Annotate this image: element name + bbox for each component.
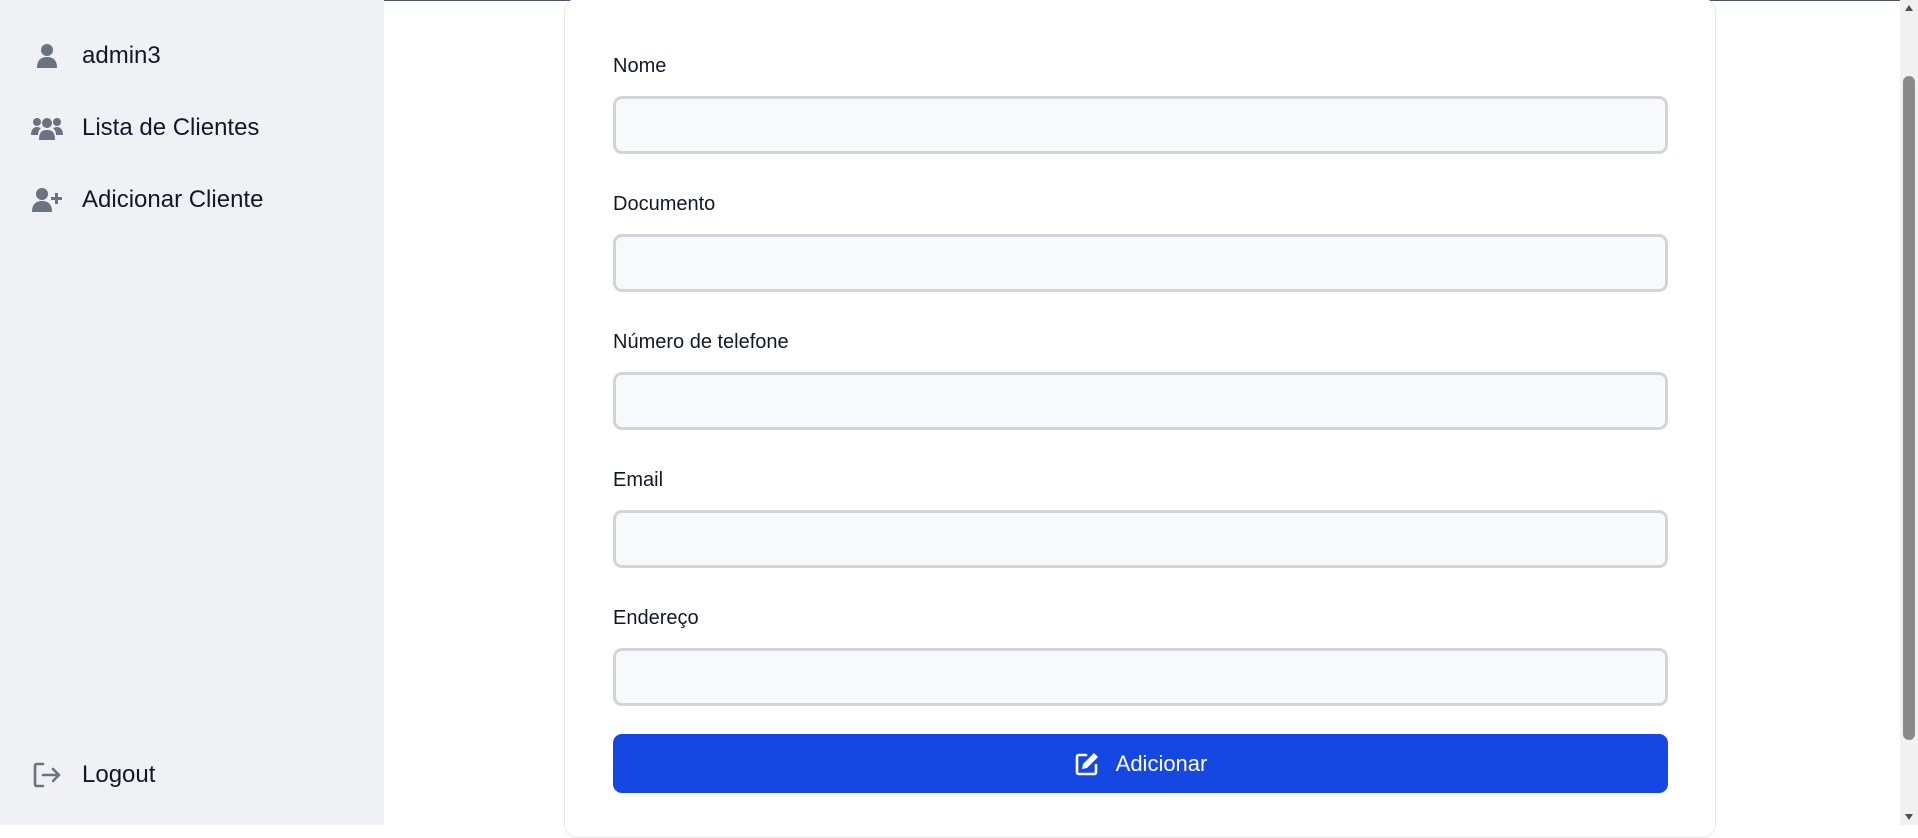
field-label: Documento xyxy=(613,193,716,215)
name-input[interactable] xyxy=(613,96,1668,154)
edit-icon xyxy=(1074,751,1100,777)
user-icon xyxy=(30,39,64,73)
field-phone: Número de telefone xyxy=(613,329,1668,430)
field-label: Nome xyxy=(613,55,667,77)
sidebar-item-add-client[interactable]: Adicionar Cliente xyxy=(30,180,263,220)
sidebar-item-user[interactable]: admin3 xyxy=(30,36,161,76)
add-button-label: Adicionar xyxy=(1115,750,1208,776)
document-input[interactable] xyxy=(613,234,1668,292)
field-label: Endereço xyxy=(613,607,699,629)
phone-input[interactable] xyxy=(613,372,1668,430)
logout-button[interactable]: Logout xyxy=(30,755,155,795)
email-input[interactable] xyxy=(613,510,1668,568)
users-icon xyxy=(30,111,64,145)
field-address: Endereço xyxy=(613,605,1668,706)
scroll-down-arrow-icon[interactable] xyxy=(1900,809,1918,825)
sidebar: admin3 Lista de Clientes Adicionar Clien xyxy=(0,0,384,825)
field-document: Documento xyxy=(613,191,1668,292)
address-input[interactable] xyxy=(613,648,1668,706)
scroll-up-arrow-icon[interactable] xyxy=(1900,0,1918,16)
logout-icon xyxy=(30,758,64,792)
sidebar-item-label: admin3 xyxy=(82,42,161,69)
sidebar-item-label: Adicionar Cliente xyxy=(82,186,264,213)
vertical-scrollbar[interactable] xyxy=(1900,0,1918,825)
field-name: Nome xyxy=(613,53,1668,154)
user-plus-icon xyxy=(30,183,64,217)
add-client-button[interactable]: Adicionar xyxy=(613,734,1668,793)
sidebar-item-label: Lista de Clientes xyxy=(82,114,260,141)
field-email: Email xyxy=(613,467,1668,568)
sidebar-item-client-list[interactable]: Lista de Clientes xyxy=(30,108,259,148)
field-label: Número de telefone xyxy=(613,331,789,353)
field-label: Email xyxy=(613,469,664,491)
sidebar-item-label: Logout xyxy=(82,761,156,788)
scrollbar-thumb[interactable] xyxy=(1903,76,1915,740)
